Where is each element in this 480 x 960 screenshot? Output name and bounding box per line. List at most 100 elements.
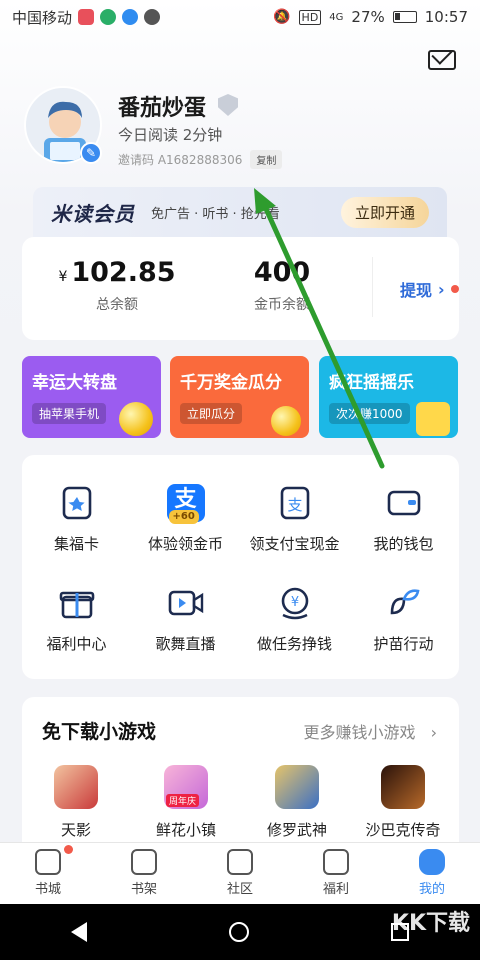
vip-subtitle: 免广告 · 听书 · 抢先看 [151,206,280,222]
promo-shake[interactable]: 疯狂摇摇乐 次次赚1000 [319,356,458,438]
bottom-tab-bar: 书城 书架 社区 福利 我的 [0,842,480,904]
coin-balance-value: 400 [253,257,311,288]
copy-button[interactable]: 复制 [250,150,283,169]
home-icon [35,849,61,875]
coin-icon [119,402,153,436]
game-item[interactable]: 周年庆 鲜花小镇 [136,765,236,840]
game-label: 天影 [60,821,91,839]
withdraw-label: 提现 [400,281,433,300]
game-badge: 周年庆 [166,794,200,807]
tab-label: 书城 [34,882,61,897]
tab-label: 社区 [226,882,253,897]
promo-tag: 抽苹果手机 [32,403,107,424]
watermark: KK下载 [391,911,470,936]
tab-community[interactable]: 社区 [192,843,288,904]
chevron-right-icon: › [438,279,445,299]
gift-icon [57,583,97,623]
hd-icon: HD [298,9,322,25]
game-icon: 周年庆 [164,765,208,809]
home-circle-icon[interactable] [229,922,249,942]
network-type: 4G [329,11,344,23]
notification-app-icon [78,9,95,25]
mini-games-section: 免下载小游戏 更多赚钱小游戏 › 天影 周年庆 鲜花小镇 修罗武神 沙巴克传奇 [22,697,459,842]
invite-code-row: 邀请码 A1682888306 复制 [118,150,283,169]
game-item[interactable]: 沙巴克传奇 [353,765,453,840]
message-icon [144,9,161,25]
promo-bonus-share[interactable]: 千万奖金瓜分 立即瓜分 [170,356,309,438]
bear-face-icon [419,849,445,875]
game-icon [381,765,425,809]
total-balance[interactable]: ¥102.85 总余额 [42,257,192,314]
vip-open-button[interactable]: 立即开通 [340,196,429,228]
book-icon [131,849,157,875]
battery-icon [392,11,417,23]
feature-fuka[interactable]: 集福卡 [22,483,131,554]
feature-label: 领支付宝现金 [249,535,340,553]
feature-live[interactable]: 歌舞直播 [131,583,240,654]
games-title: 免下载小游戏 [42,721,157,743]
red-dot-icon [450,285,459,293]
currency-symbol: ¥ [58,269,68,285]
feature-label: 福利中心 [46,635,107,653]
battery-percent: 27% [351,8,385,26]
promo-tag: 立即瓜分 [180,403,243,424]
feature-coin-trial[interactable]: 支 +60 体验领金币 [131,483,240,554]
wechat-icon [100,9,117,25]
feature-tasks[interactable]: ¥ 做任务挣钱 [240,583,349,654]
feature-wallet[interactable]: 我的钱包 [349,483,458,554]
live-icon [166,583,206,623]
balance-card: ¥102.85 总余额 400 金币余额 提现 › [22,237,459,340]
feature-welfare-center[interactable]: 福利中心 [22,583,131,654]
tab-bookshelf[interactable]: 书架 [96,843,192,904]
feature-label: 做任务挣钱 [256,635,332,653]
alipay-badge: +60 [168,510,199,524]
tab-welfare[interactable]: 福利 [288,843,384,904]
vip-banner[interactable]: 米读会员 免广告 · 听书 · 抢先看 立即开通 [33,187,447,237]
vip-title: 米读会员 [51,201,135,226]
coin-balance[interactable]: 400 金币余额 [217,257,347,314]
promo-lucky-wheel[interactable]: 幸运大转盘 抽苹果手机 [22,356,161,438]
feature-alipay-cash[interactable]: 支 领支付宝现金 [240,483,349,554]
envelope-icon [323,849,349,875]
tab-mine[interactable]: 我的 [384,843,480,904]
username[interactable]: 番茄炒蛋 [118,90,206,122]
feature-sprout[interactable]: 护苗行动 [349,583,458,654]
withdraw-button[interactable]: 提现 › [400,277,459,301]
mail-icon[interactable] [428,50,456,70]
chevron-right-icon: › [430,723,437,742]
game-item[interactable]: 修罗武神 [247,765,347,840]
card-icon [57,483,97,523]
tab-label: 福利 [322,882,349,897]
promo-title: 幸运大转盘 [32,373,117,393]
game-icon [275,765,319,809]
feature-label: 体验领金币 [147,535,223,553]
tab-bookstore[interactable]: 书城 [0,843,96,904]
game-label: 修罗武神 [266,821,327,839]
promo-title: 疯狂摇摇乐 [329,373,414,393]
feature-label: 歌舞直播 [155,635,216,653]
game-label: 沙巴克传奇 [365,821,441,839]
alipay-cash-icon: 支 [275,483,315,523]
feature-label: 我的钱包 [373,535,434,553]
task-money-icon: ¥ [275,583,315,623]
promo-title: 千万奖金瓜分 [180,373,282,393]
total-balance-label: 总余额 [96,297,138,313]
clock: 10:57 [424,8,468,26]
coin-balance-label: 金币余额 [254,297,310,313]
feature-grid: 集福卡 支 +60 体验领金币 支 领支付宝现金 我的钱包 福利中心 歌舞直播 ¥… [22,455,459,679]
back-icon[interactable] [71,922,87,942]
status-bar: 中国移动 🔕 HD 4G 27% 10:57 [0,0,480,34]
red-dot-icon [64,845,73,854]
promo-tag: 次次赚1000 [329,403,410,424]
more-games-link[interactable]: 更多赚钱小游戏 › [303,719,437,743]
feature-label: 护苗行动 [373,635,434,653]
alipay-coin-icon: 支 +60 [166,483,206,524]
read-today: 今日阅读 2分钟 [118,126,223,144]
mute-icon: 🔕 [273,9,291,25]
more-games-label: 更多赚钱小游戏 [303,723,416,742]
tab-label: 我的 [418,882,445,897]
edit-avatar-icon[interactable]: ✎ [80,142,102,164]
total-balance-value: 102.85 [71,257,176,288]
game-icon [54,765,98,809]
game-item[interactable]: 天影 [26,765,126,840]
